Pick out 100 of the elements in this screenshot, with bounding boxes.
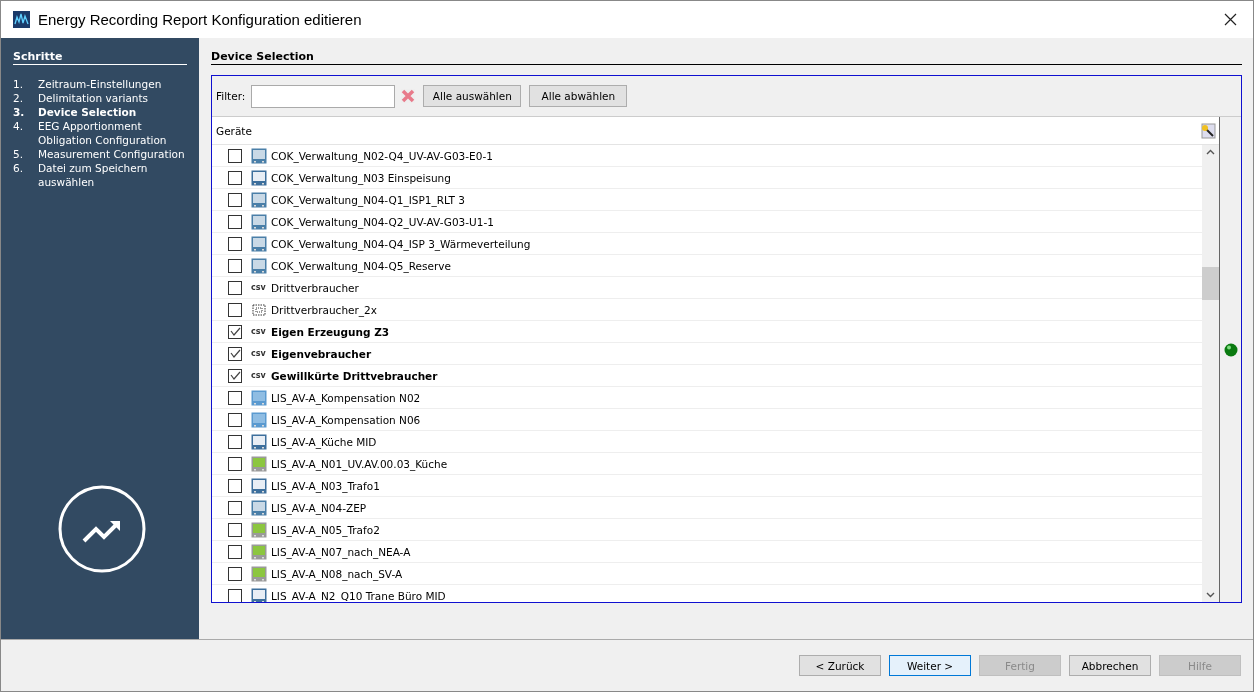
scroll-down-icon[interactable] xyxy=(1206,592,1215,598)
step-number: 5. xyxy=(13,147,25,161)
meter-device-icon xyxy=(251,521,267,538)
device-row[interactable]: csv Eigenvebraucher xyxy=(212,343,1202,365)
device-row[interactable]: csv Drittverbraucher xyxy=(212,277,1202,299)
checkbox[interactable] xyxy=(228,170,242,185)
meter-device-icon xyxy=(251,433,267,450)
device-name: COK_Verwaltung_N03 Einspeisung xyxy=(271,171,451,184)
checkbox[interactable] xyxy=(228,434,242,449)
section-title: Device Selection xyxy=(211,50,1242,65)
device-row[interactable]: LIS_AV-A_N04-ZEP xyxy=(212,497,1202,519)
select-all-button[interactable]: Alle abwählen xyxy=(529,85,628,107)
file-type-label: csv xyxy=(251,349,267,358)
meter-device-icon xyxy=(251,587,267,602)
checkbox[interactable] xyxy=(228,456,242,471)
device-row[interactable]: csv Gewillkürte Drittvebraucher xyxy=(212,365,1202,387)
step-label: Device Selection xyxy=(38,105,137,119)
meter-device-icon xyxy=(251,499,267,516)
file-type-label: csv xyxy=(251,371,267,380)
checkbox[interactable] xyxy=(228,192,242,207)
checkbox[interactable] xyxy=(228,522,242,537)
meter-device-icon xyxy=(251,543,267,560)
device-row[interactable]: LIS_AV-A_Küche MID xyxy=(212,431,1202,453)
scroll-up-icon[interactable] xyxy=(1206,149,1215,155)
filter-label: Filter: xyxy=(216,90,246,102)
device-row[interactable]: LIS_AV-A_N07_nach_NEA-A xyxy=(212,541,1202,563)
device-name: LIS_AV-A_N03_Trafo1 xyxy=(271,479,380,492)
select-all-button[interactable]: Alle auswählen xyxy=(423,85,522,107)
checkbox[interactable] xyxy=(228,588,242,602)
checkbox[interactable] xyxy=(228,258,242,273)
app-logo-icon xyxy=(13,11,30,28)
dotted-device-icon xyxy=(251,301,267,318)
scrollbar[interactable] xyxy=(1202,145,1219,602)
device-name: Eigen Erzeugung Z3 xyxy=(271,325,390,338)
meter-device-icon xyxy=(251,477,267,494)
meter-device-icon xyxy=(251,565,267,582)
magic-wand-icon[interactable] xyxy=(1201,122,1216,139)
column-header: Geräte xyxy=(216,124,252,137)
meter-device-icon xyxy=(251,389,267,406)
step-number: 6. xyxy=(13,161,25,176)
device-row[interactable]: LIS_AV-A_Kompensation N02 xyxy=(212,387,1202,409)
wizard-button[interactable]: < Zurück xyxy=(799,655,881,676)
checkbox[interactable] xyxy=(228,478,242,493)
device-row[interactable]: LIS_AV-A_N08_nach_SV-A xyxy=(212,563,1202,585)
device-row[interactable]: csv Eigen Erzeugung Z3 xyxy=(212,321,1202,343)
checkbox[interactable] xyxy=(228,280,242,295)
checkbox[interactable] xyxy=(228,500,242,515)
device-row[interactable]: COK_Verwaltung_N04-Q4_ISP 3_Wärmeverteilung xyxy=(212,233,1202,255)
filter-field[interactable] xyxy=(251,84,396,108)
device-row[interactable]: Drittverbraucher_2x xyxy=(212,299,1202,321)
device-row[interactable]: LIS_AV-A_N05_Trafo2 xyxy=(212,519,1202,541)
checkbox[interactable] xyxy=(228,346,242,361)
device-row[interactable]: COK_Verwaltung_N04-Q1_ISP1_RLT 3 xyxy=(212,189,1202,211)
device-row[interactable]: LIS_AV-A_N01_UV.AV.00.03_Küche xyxy=(212,453,1202,475)
step-number: 3. xyxy=(13,105,26,119)
file-type-label: csv xyxy=(251,283,267,292)
device-name: LIS_AV-A_N07_nach_NEA-A xyxy=(271,545,411,558)
checkbox[interactable] xyxy=(228,148,242,163)
step-number: 1. xyxy=(13,77,25,91)
checkbox[interactable] xyxy=(228,236,242,251)
device-name: LIS_AV-A_N05_Trafo2 xyxy=(271,523,380,536)
step-label: Zeitraum-Einstellungen xyxy=(38,77,162,91)
device-name: LIS_AV-A_N01_UV.AV.00.03_Küche xyxy=(271,457,448,470)
checkbox[interactable] xyxy=(228,302,242,317)
device-name: Gewillkürte Drittvebraucher xyxy=(271,369,438,382)
close-icon[interactable] xyxy=(1224,13,1237,26)
device-row[interactable]: LIS_AV-A_Kompensation N06 xyxy=(212,409,1202,431)
device-name: Drittverbraucher xyxy=(271,281,359,294)
device-name: COK_Verwaltung_N02-Q4_UV-AV-G03-E0-1 xyxy=(271,149,493,162)
checkbox[interactable] xyxy=(228,390,242,405)
device-row[interactable]: COK_Verwaltung_N02-Q4_UV-AV-G03-E0-1 xyxy=(212,145,1202,167)
device-row[interactable]: COK_Verwaltung_N03 Einspeisung xyxy=(212,167,1202,189)
device-row[interactable]: LIS_AV-A_N2_Q10 Trane Büro MID xyxy=(212,585,1202,602)
device-name: Drittverbraucher_2x xyxy=(271,303,377,316)
checkbox[interactable] xyxy=(228,566,242,581)
meter-device-icon xyxy=(251,213,267,230)
checkbox[interactable] xyxy=(228,544,242,559)
checkbox[interactable] xyxy=(228,214,242,229)
checkbox[interactable] xyxy=(228,324,242,339)
step-label: Delimitation variants xyxy=(38,91,149,105)
wizard-button[interactable]: Weiter > xyxy=(889,655,971,676)
checkbox[interactable] xyxy=(228,412,242,427)
step-number: 2. xyxy=(13,91,25,105)
device-name: LIS_AV-A_N08_nach_SV-A xyxy=(271,567,403,580)
step-label: Measurement Configuration xyxy=(38,147,185,161)
sidebar-title: Schritte xyxy=(13,50,187,65)
device-name: Eigenvebraucher xyxy=(271,347,372,360)
device-name: COK_Verwaltung_N04-Q1_ISP1_RLT 3 xyxy=(271,193,465,206)
device-name: LIS_AV-A_Kompensation N06 xyxy=(271,413,421,426)
device-name: LIS_AV-A_Küche MID xyxy=(271,435,377,448)
wizard-button[interactable]: Abbrechen xyxy=(1069,655,1151,676)
device-row[interactable]: COK_Verwaltung_N04-Q5_Reserve xyxy=(212,255,1202,277)
scroll-thumb[interactable] xyxy=(1202,267,1219,300)
checkbox[interactable] xyxy=(228,368,242,383)
device-row[interactable]: LIS_AV-A_N03_Trafo1 xyxy=(212,475,1202,497)
device-name: LIS_AV-A_N04-ZEP xyxy=(271,501,367,514)
step-label: EEG Apportionment Obligation Configuration xyxy=(38,119,168,147)
step-number: 4. xyxy=(13,119,25,134)
device-row[interactable]: COK_Verwaltung_N04-Q2_UV-AV-G03-U1-1 xyxy=(212,211,1202,233)
device-name: COK_Verwaltung_N04-Q4_ISP 3_Wärmeverteilung xyxy=(271,237,531,250)
